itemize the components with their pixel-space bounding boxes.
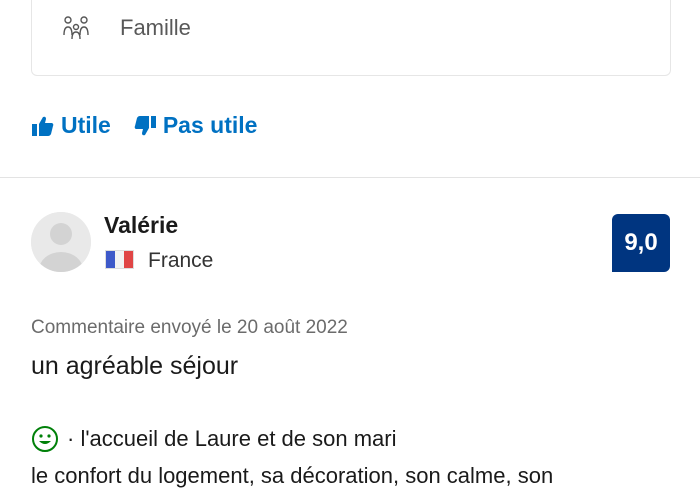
review-score-badge: 9,0 bbox=[612, 214, 670, 272]
helpful-label: Utile bbox=[61, 112, 111, 138]
helpful-button[interactable]: Utile bbox=[31, 112, 111, 139]
not-helpful-label: Pas utile bbox=[162, 112, 258, 138]
positive-comment-text: · l'accueil de Laure et de son mari bbox=[67, 426, 397, 451]
france-flag-icon bbox=[105, 250, 134, 269]
family-icon bbox=[63, 16, 89, 40]
review-date: Commentaire envoyé le 20 août 2022 bbox=[31, 317, 348, 338]
review-body-text: le confort du logement, sa décoration, s… bbox=[31, 463, 554, 488]
traveler-type-label: Famille bbox=[120, 15, 191, 40]
smiley-icon bbox=[32, 426, 58, 452]
avatar bbox=[31, 212, 91, 272]
thumbs-up-icon bbox=[32, 116, 54, 136]
thumbs-down-icon bbox=[134, 115, 156, 135]
section-divider bbox=[0, 177, 700, 178]
review-title: un agréable séjour bbox=[31, 352, 239, 380]
traveler-type-row: Famille bbox=[62, 15, 191, 41]
traveler-type-card: Famille bbox=[31, 0, 671, 76]
positive-comment: · l'accueil de Laure et de son mari bbox=[31, 425, 396, 453]
user-avatar-icon bbox=[31, 212, 91, 272]
reviewer-country: France bbox=[148, 249, 214, 272]
not-helpful-button[interactable]: Pas utile bbox=[133, 112, 258, 139]
review-vote-actions: Utile Pas utile bbox=[31, 112, 257, 139]
reviewer-name: Valérie bbox=[104, 212, 179, 238]
